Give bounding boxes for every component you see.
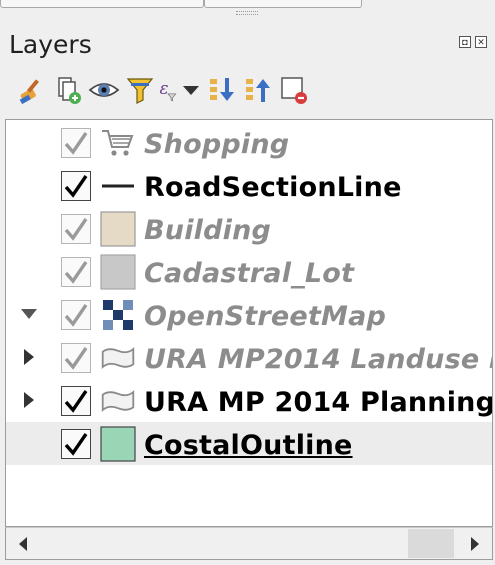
scroll-left-button[interactable]	[6, 528, 40, 559]
layer-name: Shopping	[144, 129, 290, 160]
layer-visibility-checkbox[interactable]	[61, 300, 91, 330]
filter-dropdown-button[interactable]	[178, 72, 204, 108]
horizontal-scrollbar[interactable]	[5, 527, 493, 560]
polygon-symbol-icon	[100, 342, 136, 374]
layer-visibility-checkbox[interactable]	[61, 386, 91, 416]
manage-visibility-button[interactable]	[86, 72, 122, 108]
panel-title: Layers	[9, 30, 92, 59]
scroll-left-arrow-icon	[19, 536, 27, 551]
layer-name: RoadSectionLine	[144, 172, 402, 203]
float-panel-button[interactable]: ◘	[459, 36, 471, 48]
collapse-all-icon	[246, 79, 270, 102]
expand-arrow-down-icon[interactable]	[20, 305, 38, 323]
checkmark-icon	[64, 347, 88, 370]
layer-visibility-checkbox[interactable]	[61, 257, 91, 287]
checkmark-icon	[64, 433, 88, 456]
layer-visibility-checkbox[interactable]	[61, 214, 91, 244]
shopping-cart-icon	[100, 127, 136, 159]
add-group-icon	[58, 77, 81, 104]
fill-symbol-icon	[100, 211, 136, 247]
layer-row[interactable]: Building	[6, 207, 492, 250]
remove-layer-icon	[281, 77, 307, 104]
dock-tab-right[interactable]	[204, 0, 362, 8]
dropdown-arrow-icon	[183, 86, 199, 95]
expand-all-button[interactable]	[204, 72, 240, 108]
layer-visibility-checkbox[interactable]	[61, 128, 91, 158]
style-manager-icon	[19, 79, 40, 105]
checkmark-icon	[64, 132, 88, 155]
layer-name: OpenStreetMap	[144, 301, 387, 332]
layer-tree[interactable]: Shopping RoadSectionLine Building Cadastral…	[5, 119, 493, 527]
fill-symbol-icon	[100, 426, 136, 462]
layer-row[interactable]: RoadSectionLine	[6, 164, 492, 207]
checkmark-icon	[64, 218, 88, 241]
dock-tab-left[interactable]	[0, 0, 204, 8]
scroll-right-arrow-icon	[471, 536, 479, 551]
layer-row[interactable]: URA MP2014 Landuse Pl	[6, 336, 493, 379]
fill-symbol-icon	[100, 254, 136, 290]
checkmark-icon	[64, 175, 88, 198]
raster-layer-icon	[100, 299, 136, 331]
layer-row[interactable]: OpenStreetMap	[6, 293, 492, 336]
line-symbol-icon	[100, 170, 136, 202]
expand-all-icon	[210, 78, 234, 101]
layer-visibility-checkbox[interactable]	[61, 343, 91, 373]
checkmark-icon	[64, 390, 88, 413]
layer-name: Cadastral_Lot	[144, 258, 355, 289]
style-manager-button[interactable]	[14, 72, 50, 108]
layer-row[interactable]: CostalOutline	[6, 422, 492, 465]
splitter-grip[interactable]	[236, 11, 258, 15]
layer-name: URA MP2014 Landuse Pl	[144, 344, 493, 375]
layer-visibility-checkbox[interactable]	[61, 429, 91, 459]
layer-row[interactable]: Cadastral_Lot	[6, 250, 492, 293]
layer-row[interactable]: Shopping	[6, 121, 492, 164]
scroll-right-button[interactable]	[458, 528, 492, 559]
layer-name: URA MP 2014 Planning A	[144, 387, 493, 418]
filter-legend-icon	[126, 78, 154, 104]
manage-visibility-icon	[88, 83, 120, 97]
filter-expression-button[interactable]: ε	[158, 72, 178, 108]
filter-legend-button[interactable]	[122, 72, 158, 108]
layer-visibility-checkbox[interactable]	[61, 171, 91, 201]
svg-text:ε: ε	[160, 78, 169, 98]
filter-expression-icon: ε	[160, 78, 177, 102]
expand-arrow-right-icon[interactable]	[20, 391, 38, 409]
collapse-all-button[interactable]	[240, 72, 276, 108]
layers-toolbar: ε	[14, 72, 312, 108]
layer-name: CostalOutline	[144, 430, 353, 461]
panel-title-buttons: ◘ ✕	[459, 36, 487, 48]
polygon-symbol-icon	[100, 385, 136, 417]
layer-row[interactable]: URA MP 2014 Planning A	[6, 379, 493, 422]
scrollbar-thumb[interactable]	[408, 529, 454, 558]
expand-arrow-right-icon[interactable]	[20, 348, 38, 366]
add-group-button[interactable]	[50, 72, 86, 108]
close-panel-button[interactable]: ✕	[475, 36, 487, 48]
checkmark-icon	[64, 261, 88, 284]
layer-name: Building	[144, 215, 272, 246]
remove-layer-button[interactable]	[276, 72, 312, 108]
checkmark-icon	[64, 304, 88, 327]
